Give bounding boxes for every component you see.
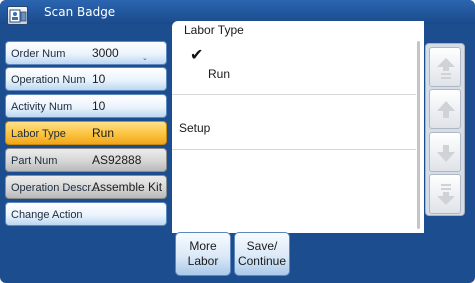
- field-value: Assemble Kit: [92, 180, 163, 194]
- field-operation-num[interactable]: Operation Num 10: [5, 67, 167, 91]
- field-label: Labor Type: [11, 128, 66, 140]
- scroll-down-button[interactable]: [429, 132, 461, 172]
- field-value: AS92888: [92, 153, 142, 167]
- scroll-top-icon: [437, 58, 455, 79]
- more-labor-button[interactable]: More Labor: [175, 232, 231, 276]
- save-label-line1: Save/: [246, 239, 278, 253]
- more-labor-label-line2: Labor: [187, 254, 219, 268]
- scroll-bottom-button[interactable]: [429, 174, 461, 214]
- option-setup[interactable]: Setup: [172, 96, 416, 150]
- field-value: Run: [92, 126, 115, 140]
- labor-type-panel: Labor Type ✔ Run Setup: [172, 21, 424, 233]
- caret-icon: ⌄: [142, 55, 148, 62]
- field-operation-description: Operation Descr... Assemble Kit: [5, 175, 167, 199]
- save-continue-button[interactable]: Save/ Continue: [234, 232, 290, 276]
- scroll-nav-column: [425, 43, 465, 216]
- field-value: 3000: [92, 46, 119, 60]
- option-label: Run: [208, 67, 231, 81]
- option-label: Setup: [179, 121, 211, 135]
- field-part-num: Part Num AS92888: [5, 148, 167, 172]
- field-label: Operation Num: [11, 74, 86, 86]
- option-run[interactable]: ✔ Run: [172, 43, 416, 95]
- field-order-num[interactable]: Order Num 3000 ⌄: [5, 41, 167, 65]
- scroll-up-button[interactable]: [429, 89, 461, 129]
- field-activity-num[interactable]: Activity Num 10: [5, 94, 167, 118]
- field-label: Operation Descr...: [11, 182, 100, 194]
- badge-scan-icon: [7, 6, 28, 25]
- field-label: Activity Num: [11, 101, 73, 113]
- more-labor-label-line1: More: [189, 239, 217, 253]
- scroll-up-icon: [437, 101, 455, 118]
- field-label: Change Action: [11, 209, 83, 221]
- panel-title: Labor Type: [184, 23, 244, 37]
- scroll-down-icon: [437, 145, 455, 162]
- field-value: 10: [92, 99, 106, 113]
- field-label: Order Num: [11, 48, 66, 60]
- field-change-action[interactable]: Change Action: [5, 202, 167, 226]
- scroll-top-button[interactable]: [429, 47, 461, 87]
- field-label: Part Num: [11, 155, 58, 167]
- window-title: Scan Badge: [44, 5, 116, 19]
- save-label-line2: Continue: [237, 254, 287, 268]
- checkmark-icon: ✔: [190, 47, 204, 64]
- field-value: 10: [92, 72, 106, 86]
- field-labor-type[interactable]: Labor Type Run: [5, 121, 167, 145]
- scroll-bottom-icon: [437, 184, 455, 205]
- app-window: Scan Badge Order Num 3000 ⌄ Operation Nu…: [0, 0, 475, 283]
- scrollbar[interactable]: [417, 41, 420, 229]
